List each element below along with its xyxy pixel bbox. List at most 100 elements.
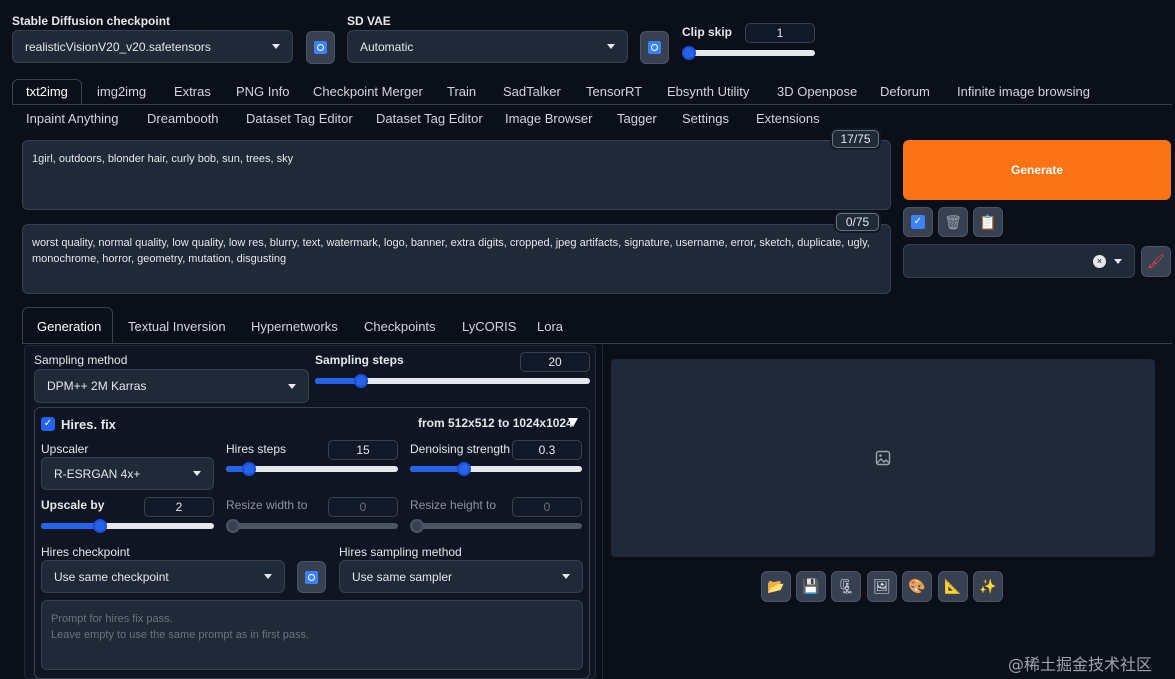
- hires-prompt-placeholder-1: Prompt for hires fix pass.: [51, 613, 173, 625]
- chevron-down-icon: [193, 471, 201, 476]
- styles-select[interactable]: ×: [903, 244, 1135, 278]
- zip-icon: 🗜: [837, 578, 855, 594]
- watermark: @稀土掘金技术社区: [1008, 655, 1153, 674]
- denoising-input[interactable]: 0.3: [512, 440, 582, 460]
- tab-settings[interactable]: Settings: [682, 111, 729, 126]
- tab-train[interactable]: Train: [447, 84, 476, 99]
- apply-style-button[interactable]: 🖌: [1141, 246, 1171, 277]
- denoising-slider[interactable]: [410, 462, 582, 476]
- generate-label: Generate: [1010, 163, 1064, 177]
- tab-extensions[interactable]: Extensions: [756, 111, 820, 126]
- upscale-by-slider[interactable]: [41, 519, 214, 533]
- vae-select[interactable]: Automatic: [347, 30, 628, 63]
- slider-knob[interactable]: [242, 462, 256, 476]
- chevron-down-icon: [1114, 258, 1122, 264]
- slider-knob[interactable]: [682, 46, 696, 60]
- send-to-extras-button[interactable]: 📐: [938, 571, 968, 602]
- upscale-by-label: Upscale by: [41, 498, 105, 512]
- subtab-textual-inversion[interactable]: Textual Inversion: [128, 319, 226, 334]
- clipboard-icon: 📋: [979, 213, 997, 230]
- sampling-method-select[interactable]: DPM++ 2M Karras: [34, 369, 309, 403]
- resize-width-label: Resize width to: [226, 498, 308, 512]
- positive-prompt-input[interactable]: 1girl, outdoors, blonder hair, curly bob…: [22, 140, 891, 210]
- tab-3d-openpose[interactable]: 3D Openpose: [777, 84, 857, 99]
- slider-knob[interactable]: [226, 519, 240, 533]
- hires-sampler-value: Use same sampler: [352, 569, 453, 584]
- clip-skip-label: Clip skip: [682, 25, 733, 39]
- slider-knob[interactable]: [354, 374, 368, 388]
- tab-infinite-image-browsing[interactable]: Infinite image browsing: [957, 84, 1090, 99]
- clip-skip-slider[interactable]: [682, 46, 815, 60]
- subtab-generation[interactable]: Generation: [37, 319, 101, 334]
- tab-tensorrt[interactable]: TensorRT: [586, 84, 642, 99]
- hires-fix-checkbox[interactable]: ✓: [41, 417, 55, 431]
- resize-width-slider[interactable]: [226, 519, 398, 533]
- refresh-icon: [648, 41, 661, 54]
- tab-sadtalker[interactable]: SadTalker: [503, 84, 561, 99]
- checkpoint-value: realisticVisionV20_v20.safetensors: [25, 39, 211, 54]
- clipboard-button[interactable]: 📋: [973, 207, 1003, 237]
- resize-height-slider[interactable]: [410, 519, 582, 533]
- subtab-lycoris[interactable]: LyCORIS: [462, 319, 516, 334]
- chevron-down-icon: [562, 574, 570, 579]
- upscaler-value: R-ESRGAN 4x+: [54, 466, 141, 481]
- read-params-button[interactable]: ✓: [903, 207, 933, 237]
- generate-button[interactable]: Generate: [903, 140, 1171, 200]
- zip-button[interactable]: 🗜: [831, 571, 861, 602]
- tab-dataset-tag-editor[interactable]: Dataset Tag Editor: [376, 111, 483, 126]
- subtab-lora[interactable]: Lora: [537, 319, 563, 334]
- send-to-img2img-button[interactable]: 🖼: [867, 571, 897, 602]
- subtab-hypernetworks[interactable]: Hypernetworks: [251, 319, 338, 334]
- clip-skip-input[interactable]: 1: [745, 23, 815, 43]
- tab-deforum[interactable]: Deforum: [880, 84, 930, 99]
- resize-height-input[interactable]: 0: [512, 497, 582, 517]
- ruler-triangle-icon: 📐: [944, 578, 962, 594]
- slider-knob[interactable]: [457, 462, 471, 476]
- tab-checkpoint-merger[interactable]: Checkpoint Merger: [313, 84, 423, 99]
- refresh-checkpoint-button[interactable]: [306, 31, 335, 64]
- tab-tagger[interactable]: Tagger: [617, 111, 657, 126]
- clear-icon[interactable]: ×: [1093, 254, 1106, 268]
- folder-icon: 📂: [767, 578, 785, 594]
- save-button[interactable]: 💾: [796, 571, 826, 602]
- refresh-hires-checkpoint-button[interactable]: [297, 561, 326, 593]
- hires-checkpoint-select[interactable]: Use same checkpoint: [41, 560, 285, 593]
- subtab-checkpoints[interactable]: Checkpoints: [364, 319, 436, 334]
- open-folder-button[interactable]: 📂: [761, 571, 791, 602]
- slider-fill: [41, 523, 100, 529]
- checkpoint-select[interactable]: realisticVisionV20_v20.safetensors: [12, 30, 293, 63]
- upscale-by-input[interactable]: 2: [144, 497, 214, 517]
- paintbrush-icon: 🖌: [1147, 253, 1165, 269]
- tab-ebsynth-utility[interactable]: Ebsynth Utility: [667, 84, 749, 99]
- tab-img2img[interactable]: img2img: [97, 84, 146, 99]
- collapse-triangle-icon[interactable]: [568, 418, 578, 427]
- refresh-vae-button[interactable]: [640, 31, 669, 64]
- tab-dreambooth[interactable]: Dreambooth: [147, 111, 219, 126]
- hires-prompt-placeholder-2: Leave empty to use the same prompt as in…: [51, 629, 310, 641]
- sparkle-icon: ✨: [979, 578, 997, 594]
- hires-steps-input[interactable]: 15: [328, 440, 398, 460]
- send-to-inpaint-button[interactable]: 🎨: [902, 571, 932, 602]
- tab-inpaint-anything[interactable]: Inpaint Anything: [26, 111, 119, 126]
- hires-sampler-select[interactable]: Use same sampler: [339, 560, 583, 593]
- tab-extras[interactable]: Extras: [174, 84, 211, 99]
- tab-txt2img[interactable]: txt2img: [26, 84, 68, 99]
- slider-knob[interactable]: [410, 519, 424, 533]
- upscaler-select[interactable]: R-ESRGAN 4x+: [41, 457, 214, 490]
- tab-image-browser[interactable]: Image Browser: [505, 111, 592, 126]
- tabs-divider: [12, 104, 1172, 105]
- tab-png-info[interactable]: PNG Info: [236, 84, 289, 99]
- subtabs-divider: [22, 343, 1172, 344]
- negative-prompt-input[interactable]: worst quality, normal quality, low quali…: [22, 224, 891, 294]
- hires-steps-slider[interactable]: [226, 462, 398, 476]
- hires-prompt-input[interactable]: Prompt for hires fix pass. Leave empty t…: [41, 600, 583, 670]
- sampling-steps-input[interactable]: 20: [520, 352, 590, 372]
- resize-width-input[interactable]: 0: [328, 497, 398, 517]
- trash-button[interactable]: 🗑: [938, 207, 968, 237]
- upscaler-label: Upscaler: [41, 442, 89, 456]
- chevron-down-icon: [607, 44, 615, 49]
- sampling-steps-slider[interactable]: [315, 374, 590, 388]
- sparkle-button[interactable]: ✨: [973, 571, 1003, 602]
- tab-dataset-tag-editor[interactable]: Dataset Tag Editor: [246, 111, 353, 126]
- slider-knob[interactable]: [93, 519, 107, 533]
